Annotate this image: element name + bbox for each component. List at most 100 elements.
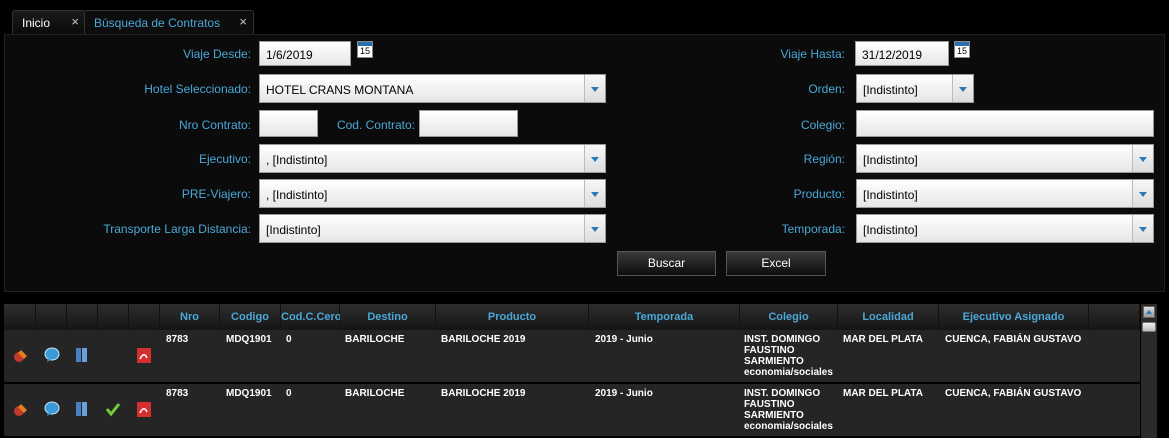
cell-destino: BARILOCHE <box>345 388 405 399</box>
cell-colegio: INST. DOMINGO FAUSTINO SARMIENTO economi… <box>744 388 833 432</box>
pre-viajero-label: PRE-Viajero: <box>181 187 251 201</box>
chevron-down-icon[interactable] <box>584 215 605 242</box>
scroll-thumb[interactable] <box>1142 322 1156 332</box>
chat-bubble-icon[interactable] <box>43 347 61 363</box>
cell-localidad: MAR DEL PLATA <box>843 334 923 345</box>
cell-temporada: 2019 - Junio <box>595 334 653 345</box>
document-icon[interactable] <box>74 400 90 418</box>
results-grid: Nro Codigo Cod.C.Cero Destino Producto T… <box>4 302 1165 438</box>
orden-value: [Indistinto] <box>863 83 918 97</box>
column-header-blank <box>98 304 129 330</box>
chat-bubble-icon[interactable] <box>43 401 61 417</box>
chevron-down-icon[interactable] <box>584 75 605 102</box>
cell-ejecutivo: CUENCA, FABIÁN GUSTAVO <box>945 388 1082 399</box>
column-header-codigo[interactable]: Codigo <box>220 304 281 330</box>
scroll-up-icon[interactable] <box>1143 306 1155 318</box>
pdf-icon[interactable] <box>136 401 152 418</box>
column-header-blank <box>4 304 36 330</box>
column-header-colegio[interactable]: Colegio <box>740 304 838 330</box>
tab-bar: Inicio × Búsqueda de Contratos × <box>0 0 1169 35</box>
column-header-blank <box>67 304 98 330</box>
vertical-scrollbar[interactable] <box>1141 304 1157 438</box>
excel-button[interactable]: Excel <box>726 251 826 276</box>
pre-viajero-value: , [Indistinto] <box>266 188 328 202</box>
column-header-destino[interactable]: Destino <box>340 304 436 330</box>
cell-destino: BARILOCHE <box>345 334 405 345</box>
pre-viajero-select[interactable]: , [Indistinto] <box>259 179 606 208</box>
temporada-label: Temporada: <box>781 222 845 236</box>
cell-producto: BARILOCHE 2019 <box>441 334 526 345</box>
close-icon[interactable]: × <box>71 14 79 29</box>
cell-producto: BARILOCHE 2019 <box>441 388 526 399</box>
column-header-cod-cero[interactable]: Cod.C.Cero <box>281 304 342 330</box>
hotel-value: HOTEL CRANS MONTANA <box>266 83 414 97</box>
edit-icon[interactable] <box>12 402 30 418</box>
table-row[interactable]: 8783 MDQ1901 0 BARILOCHE BARILOCHE 2019 … <box>4 330 1140 384</box>
cod-contrato-label: Cod. Contrato: <box>336 118 415 132</box>
search-form-panel: Viaje Desde: 1/6/2019 15 Viaje Hasta: 31… <box>4 34 1165 292</box>
cell-codigo: MDQ1901 <box>226 334 272 345</box>
chevron-down-icon[interactable] <box>1132 215 1153 242</box>
viaje-desde-label: Viaje Desde: <box>183 47 251 61</box>
column-header-temporada[interactable]: Temporada <box>589 304 740 330</box>
close-icon[interactable]: × <box>239 14 247 29</box>
cell-nro: 8783 <box>166 334 189 345</box>
orden-select[interactable]: [Indistinto] <box>856 74 974 103</box>
column-header-localidad[interactable]: Localidad <box>838 304 939 330</box>
pdf-icon[interactable] <box>136 347 152 364</box>
producto-value: [Indistinto] <box>863 188 918 202</box>
region-value: [Indistinto] <box>863 153 918 167</box>
nro-contrato-label: Nro Contrato: <box>178 118 251 132</box>
viaje-hasta-value: 31/12/2019 <box>862 48 923 62</box>
calendar-icon[interactable]: 15 <box>357 41 373 58</box>
tab-label: Búsqueda de Contratos <box>94 16 221 30</box>
region-label: Región: <box>803 152 845 166</box>
colegio-input[interactable] <box>856 110 1154 137</box>
ejecutivo-select[interactable]: , [Indistinto] <box>259 144 606 173</box>
chevron-down-icon[interactable] <box>1132 180 1153 207</box>
cell-cod-cero: 0 <box>286 334 292 345</box>
chevron-down-icon[interactable] <box>584 145 605 172</box>
region-select[interactable]: [Indistinto] <box>856 144 1154 173</box>
column-header-blank <box>1089 304 1140 330</box>
column-header-blank <box>36 304 67 330</box>
checkmark-icon <box>105 403 121 417</box>
viaje-hasta-field[interactable]: 31/12/2019 <box>855 41 949 66</box>
column-header-producto[interactable]: Producto <box>436 304 589 330</box>
calendar-icon[interactable]: 15 <box>954 41 970 58</box>
chevron-down-icon[interactable] <box>584 180 605 207</box>
transporte-value: [Indistinto] <box>266 223 321 237</box>
nro-contrato-input[interactable] <box>259 110 318 137</box>
cell-nro: 8783 <box>166 388 189 399</box>
table-row[interactable]: 8783 MDQ1901 0 BARILOCHE BARILOCHE 2019 … <box>4 384 1140 438</box>
transporte-label: Transporte Larga Distancia: <box>103 222 251 236</box>
column-header-ejecutivo[interactable]: Ejecutivo Asignado <box>939 304 1089 330</box>
ejecutivo-value: , [Indistinto] <box>266 153 328 167</box>
hotel-select[interactable]: HOTEL CRANS MONTANA <box>259 74 606 103</box>
ejecutivo-label: Ejecutivo: <box>198 152 251 166</box>
cod-contrato-input[interactable] <box>419 110 518 137</box>
tab-inicio[interactable]: Inicio × <box>12 10 86 35</box>
tab-label: Inicio <box>22 16 51 30</box>
viaje-desde-field[interactable]: 1/6/2019 <box>259 41 351 66</box>
orden-label: Orden: <box>808 82 845 96</box>
chevron-down-icon[interactable] <box>1132 145 1153 172</box>
chevron-down-icon[interactable] <box>952 75 973 102</box>
temporada-value: [Indistinto] <box>863 223 918 237</box>
tab-busqueda-contratos[interactable]: Búsqueda de Contratos × <box>84 10 254 35</box>
cell-temporada: 2019 - Junio <box>595 388 653 399</box>
transporte-select[interactable]: [Indistinto] <box>259 214 606 243</box>
viaje-desde-value: 1/6/2019 <box>266 48 313 62</box>
edit-icon[interactable] <box>12 348 30 364</box>
producto-select[interactable]: [Indistinto] <box>856 179 1154 208</box>
column-header-nro[interactable]: Nro <box>160 304 220 330</box>
buscar-button[interactable]: Buscar <box>617 251 716 276</box>
colegio-label: Colegio: <box>800 118 845 132</box>
temporada-select[interactable]: [Indistinto] <box>856 214 1154 243</box>
cell-ejecutivo: CUENCA, FABIÁN GUSTAVO <box>945 334 1082 345</box>
cell-colegio: INST. DOMINGO FAUSTINO SARMIENTO economi… <box>744 334 833 378</box>
hotel-label: Hotel Seleccionado: <box>144 82 251 96</box>
document-icon[interactable] <box>74 346 90 364</box>
producto-label: Producto: <box>793 187 845 201</box>
column-header-blank <box>129 304 160 330</box>
